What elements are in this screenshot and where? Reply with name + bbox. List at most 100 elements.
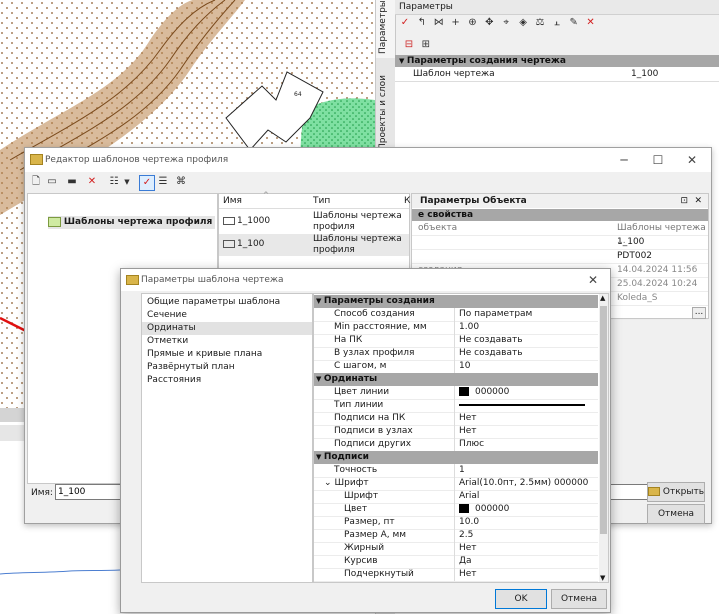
checkbox-icon[interactable]: ✓ bbox=[139, 175, 155, 191]
grid-row-value[interactable]: По параметрам bbox=[456, 308, 598, 321]
obj-row[interactable]: 1_100 bbox=[412, 236, 708, 250]
obj-row[interactable]: объекта Шаблоны чертежа ... bbox=[412, 222, 708, 246]
grid-section-header[interactable]: ▼ Ординаты bbox=[314, 373, 598, 386]
grid-row-value[interactable]: Да bbox=[456, 555, 598, 568]
vertex-icon[interactable]: ⋈ bbox=[432, 16, 446, 30]
list-row[interactable]: 1_100 Шаблоны чертежа профиля bbox=[219, 234, 409, 256]
pick-icon[interactable]: ✎ bbox=[567, 16, 581, 30]
grid-section-header[interactable]: ▼ Параметры создания bbox=[314, 295, 598, 308]
expand-icon[interactable]: ⌄ bbox=[324, 478, 332, 488]
grid-row[interactable]: Жирный Нет bbox=[314, 542, 598, 556]
grid-row-value[interactable]: 1.00 bbox=[456, 321, 598, 334]
delete-icon[interactable]: ✕ bbox=[85, 175, 99, 189]
list-view-icon[interactable]: ☷ bbox=[107, 175, 121, 189]
chevron-down-icon[interactable]: ▼ bbox=[316, 453, 324, 461]
grid-row-value[interactable]: 000000 bbox=[456, 503, 598, 516]
grid-row-value[interactable]: Плюс bbox=[456, 438, 598, 451]
template-prop-row[interactable]: Шаблон чертежа 1_100 bbox=[395, 67, 719, 82]
grid-row-value[interactable]: 1 bbox=[456, 464, 598, 477]
check-icon[interactable]: ✓ bbox=[398, 16, 412, 30]
target-icon[interactable]: ⊕ bbox=[466, 16, 480, 30]
cross-icon[interactable]: + bbox=[449, 16, 463, 30]
grid-section-header[interactable]: ▼ Подписи bbox=[314, 451, 598, 464]
grid-row[interactable]: На ПК Не создавать bbox=[314, 334, 598, 348]
col-type-header[interactable]: Тип bbox=[313, 194, 330, 208]
ok-button[interactable]: OK bbox=[495, 589, 547, 609]
list-row[interactable]: 1_1000 Шаблоны чертежа профиля bbox=[219, 211, 409, 233]
binoculars-icon[interactable]: ⌘ bbox=[174, 175, 188, 189]
maximize-button[interactable]: ☐ bbox=[641, 148, 675, 172]
table-icon[interactable]: ⊞ bbox=[419, 38, 433, 52]
scroll-down-icon[interactable]: ▼ bbox=[600, 574, 605, 582]
template-prop-value[interactable]: 1_100 bbox=[631, 67, 658, 81]
move-icon[interactable]: ✥ bbox=[482, 16, 496, 30]
grid-row[interactable]: Подписи в узлах Нет bbox=[314, 425, 598, 439]
editor-cancel-button[interactable]: Отмена bbox=[647, 504, 705, 524]
nav-item-general[interactable]: Общие параметры шаблона bbox=[142, 296, 317, 309]
nav-item-unfolded-plan[interactable]: Развёрнутый план bbox=[142, 361, 317, 374]
grid-row[interactable]: Подписи на ПК Нет bbox=[314, 412, 598, 426]
grid-row-value[interactable]: Не создавать bbox=[456, 347, 598, 360]
snap-icon[interactable]: ◈ bbox=[516, 16, 530, 30]
col-name-header[interactable]: Имя bbox=[223, 194, 242, 208]
grid-row-value[interactable]: Нет bbox=[456, 542, 598, 555]
node-icon[interactable]: ⌖ bbox=[499, 16, 513, 30]
grid-row[interactable]: С шагом, м 10 bbox=[314, 360, 598, 374]
nav-item-distances[interactable]: Расстояния bbox=[142, 374, 317, 387]
grid-row[interactable]: Min расстояние, мм 1.00 bbox=[314, 321, 598, 335]
delete-icon[interactable]: ✕ bbox=[584, 16, 598, 30]
chevron-down-icon[interactable]: ▼ bbox=[316, 375, 324, 383]
grid-row[interactable]: Размер, пт 10.0 bbox=[314, 516, 598, 530]
nav-item-marks[interactable]: Отметки bbox=[142, 335, 317, 348]
grid-row-value[interactable]: 000000 bbox=[456, 386, 598, 399]
close-icon[interactable]: ✕ bbox=[694, 194, 702, 208]
minimize-button[interactable]: ─ bbox=[607, 148, 641, 172]
grid-row[interactable]: Тип линии bbox=[314, 399, 598, 413]
select-icon[interactable]: ↰ bbox=[415, 16, 429, 30]
pin-icon[interactable]: ⊡ bbox=[680, 194, 688, 208]
grid-row-value[interactable]: Нет bbox=[456, 425, 598, 438]
balance-icon[interactable]: ⚖ bbox=[533, 16, 547, 30]
ellipsis-button[interactable]: ... bbox=[692, 307, 706, 319]
grid-row[interactable]: Способ создания По параметрам bbox=[314, 308, 598, 322]
scrollbar-thumb[interactable] bbox=[600, 306, 607, 534]
open-button[interactable]: Открыть bbox=[647, 482, 705, 502]
dialog-close-button[interactable]: ✕ bbox=[576, 269, 610, 291]
grid-row-value[interactable]: 2.5 bbox=[456, 529, 598, 542]
grid-row-value[interactable]: 10.0 bbox=[456, 516, 598, 529]
grid-row[interactable]: ⌄ Шрифт Arial(10.0пт, 2.5мм) 000000 bbox=[314, 477, 598, 491]
scroll-up-icon[interactable]: ▲ bbox=[600, 294, 605, 302]
nav-item-ordinates[interactable]: Ординаты bbox=[142, 322, 312, 335]
tab-parameters[interactable]: Параметры bbox=[376, 0, 396, 58]
open-folder-icon[interactable]: ▭ bbox=[45, 175, 59, 189]
chevron-down-icon[interactable]: ▼ bbox=[120, 175, 134, 189]
nav-item-section[interactable]: Сечение bbox=[142, 309, 317, 322]
close-button[interactable]: ✕ bbox=[675, 148, 709, 172]
grid-row[interactable]: Цвет линии 000000 bbox=[314, 386, 598, 400]
folder-icon[interactable]: ▬ bbox=[65, 175, 79, 189]
obj-row[interactable]: PDT002 bbox=[412, 250, 708, 264]
nav-item-lines-curves[interactable]: Прямые и кривые плана bbox=[142, 348, 317, 361]
chevron-down-icon[interactable]: ▼ bbox=[316, 297, 324, 305]
grid-row[interactable]: Курсив Да bbox=[314, 555, 598, 569]
grid-row[interactable]: Подчеркнутый Нет bbox=[314, 568, 598, 582]
split-icon[interactable]: ⫠ bbox=[550, 16, 564, 30]
grid-row[interactable]: Цвет 000000 bbox=[314, 503, 598, 517]
grid-row[interactable]: Точность 1 bbox=[314, 464, 598, 478]
dialog-cancel-button[interactable]: Отмена bbox=[551, 589, 607, 609]
properties-icon[interactable]: ☰ bbox=[156, 175, 170, 189]
grid-row[interactable]: Подписи других Плюс bbox=[314, 438, 598, 452]
new-icon[interactable]: 🗋 bbox=[29, 175, 43, 189]
grid-row[interactable]: В узлах профиля Не создавать bbox=[314, 347, 598, 361]
grid-row-value[interactable]: Arial bbox=[456, 490, 598, 503]
grid-row-value[interactable]: Нет bbox=[456, 412, 598, 425]
grid-row-value[interactable]: 10 bbox=[456, 360, 598, 373]
scrollbar[interactable]: ▲ ▼ bbox=[599, 294, 608, 582]
grid-row-value[interactable] bbox=[456, 399, 598, 412]
grid-row[interactable]: Размер А, мм 2.5 bbox=[314, 529, 598, 543]
grid-row[interactable]: Шрифт Arial bbox=[314, 490, 598, 504]
grid-row-value[interactable]: Не создавать bbox=[456, 334, 598, 347]
table-edit-icon[interactable]: ⊟ bbox=[402, 38, 416, 52]
tree-root-item[interactable]: Шаблоны чертежа профиля bbox=[48, 216, 216, 229]
col-third-header[interactable]: К bbox=[404, 194, 410, 208]
